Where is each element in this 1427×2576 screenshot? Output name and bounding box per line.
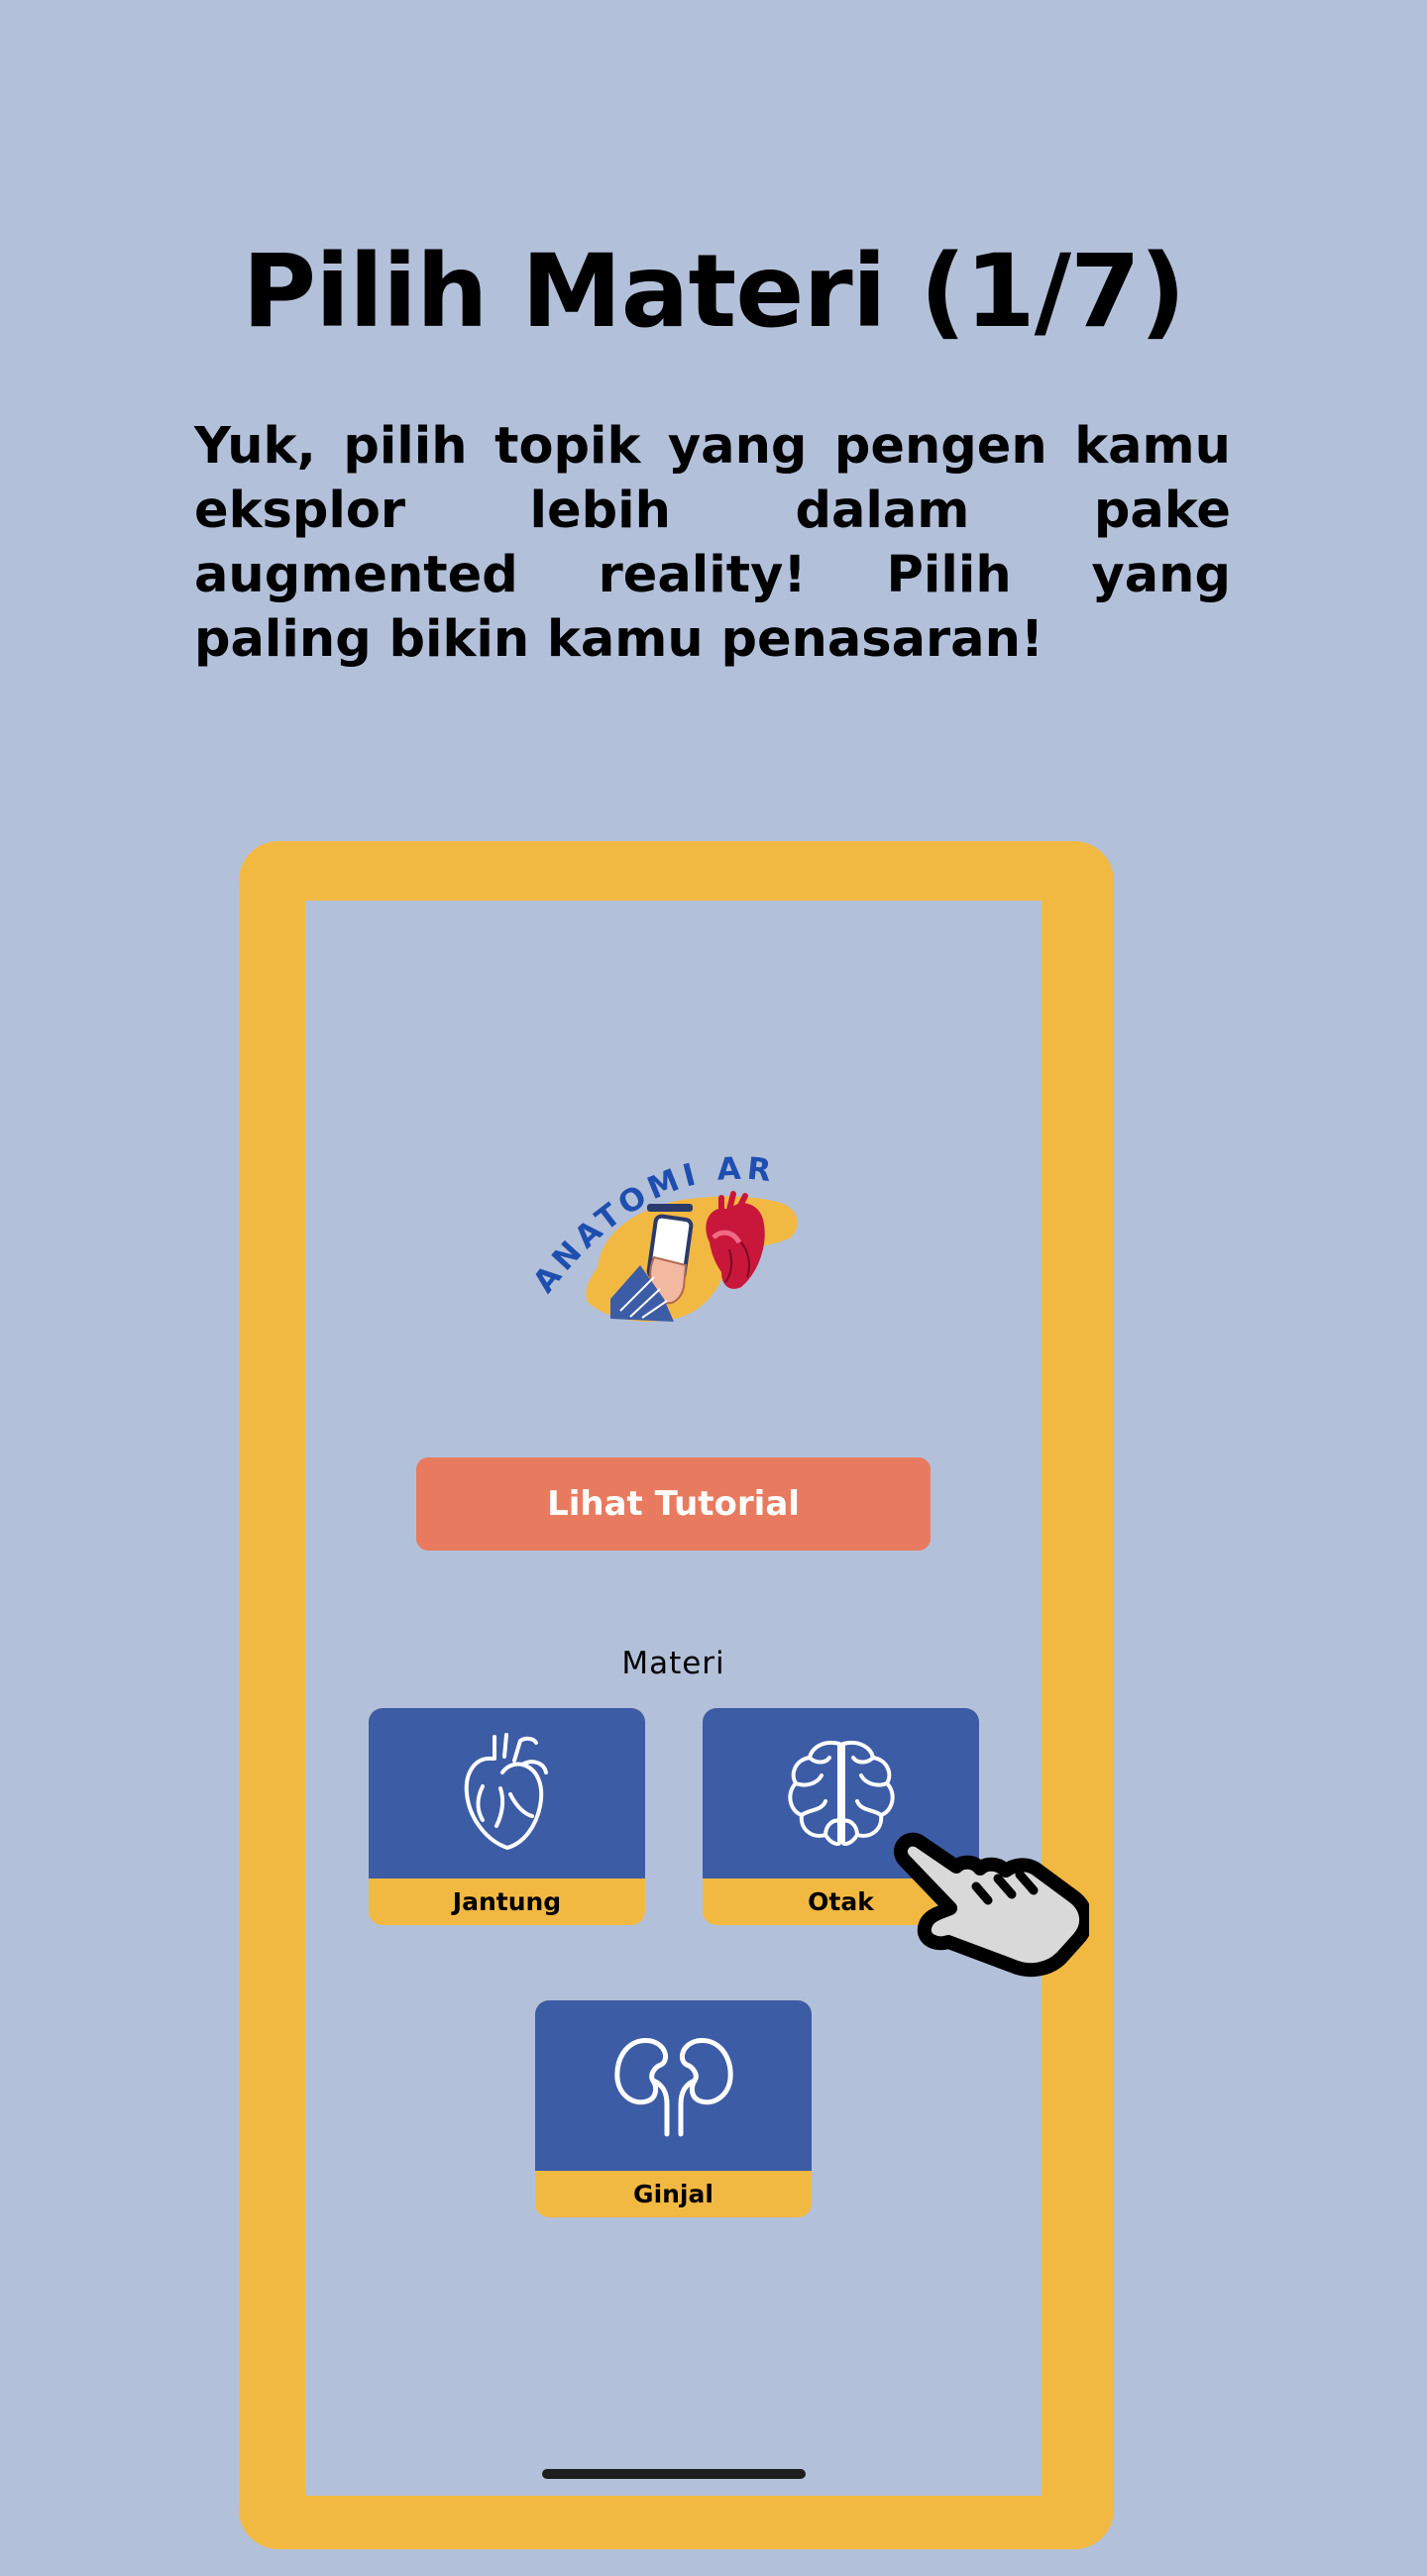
home-indicator xyxy=(542,2469,806,2479)
topic-card-jantung[interactable]: Jantung xyxy=(369,1708,645,1925)
lihat-tutorial-button[interactable]: Lihat Tutorial xyxy=(416,1457,931,1551)
intro-text: Yuk, pilih topik yang pengen kamu eksplo… xyxy=(194,417,1231,669)
heart-icon xyxy=(464,1733,548,1850)
phone-screen: ANATOMI AR Lihat Tutorial Materi Jantung… xyxy=(305,901,1042,2496)
kidney-icon xyxy=(613,2038,733,2137)
anatomi-ar-logo: ANATOMI AR xyxy=(526,1151,798,1322)
hand-pointer-icon xyxy=(894,1832,1089,1978)
brain-icon xyxy=(787,1741,895,1846)
phone-frame: ANATOMI AR Lihat Tutorial Materi Jantung… xyxy=(239,841,1114,2549)
topic-card-ginjal[interactable]: Ginjal xyxy=(535,2000,812,2217)
topic-card-label: Ginjal xyxy=(633,2180,714,2208)
topic-card-image xyxy=(369,1708,645,1878)
topic-card-image xyxy=(535,2000,812,2171)
topic-card-label: Jantung xyxy=(452,1887,562,1916)
page-title: Pilih Materi (1/7) xyxy=(242,233,1185,351)
materi-section-label: Materi xyxy=(621,1646,725,1681)
